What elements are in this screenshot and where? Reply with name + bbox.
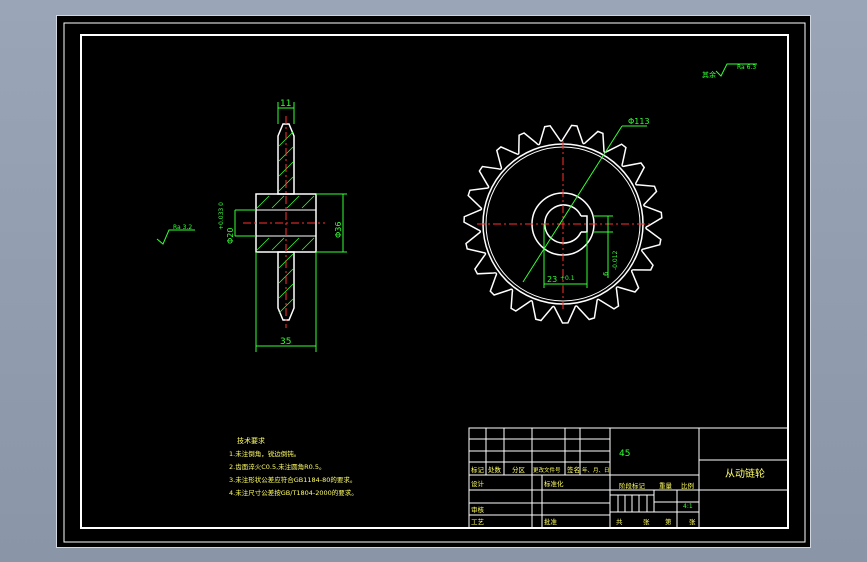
tb-check: 审核 bbox=[471, 505, 485, 514]
drawing-title: 从动链轮 bbox=[725, 467, 765, 480]
drawing-viewport[interactable]: 11 35 Φ20 +0.033 0 Φ36 Ra 3.2 Φ113 23 +0… bbox=[56, 15, 811, 548]
tb-sheet2: 张 bbox=[689, 517, 696, 526]
tb-label-zone: 分区 bbox=[512, 465, 526, 474]
roughness-left-value: Ra 3.2 bbox=[173, 224, 192, 231]
dim-key-depth-tol: +0.1 bbox=[560, 275, 575, 282]
inner-border bbox=[80, 34, 789, 529]
note-1: 1.未注倒角，锐边倒钝。 bbox=[229, 449, 300, 458]
dim-key-width-tol: -0.012 bbox=[612, 250, 619, 270]
tb-label-date: 年、月、日 bbox=[582, 466, 610, 474]
tb-standard: 标准化 bbox=[544, 479, 564, 488]
tb-label-sign: 签名 bbox=[567, 465, 580, 474]
tb-stage: 阶段标记 bbox=[619, 481, 646, 490]
roughness-other-value: Ra 6.3 bbox=[737, 64, 756, 71]
tb-weight: 重量 bbox=[659, 482, 673, 490]
note-2: 2.齿面淬火C0.5,未注圆角R0.5。 bbox=[229, 462, 326, 471]
roughness-other-label: 其余 bbox=[702, 70, 716, 79]
tb-label-change: 更改文件号 bbox=[533, 466, 561, 474]
tb-sheet: 张 bbox=[643, 517, 650, 526]
dim-outer: Φ113 bbox=[628, 117, 650, 126]
title-block-text: 45 从动链轮 标记 处数 分区 更改文件号 签名 年、月、日 设计 标准化 审… bbox=[471, 449, 765, 526]
side-section-view: 11 35 Φ20 +0.033 0 Φ36 Ra 3.2 bbox=[156, 99, 347, 352]
notes-heading: 技术要求 bbox=[237, 436, 265, 445]
note-4: 4.未注尺寸公差按GB/T1804-2000的要求。 bbox=[229, 488, 358, 497]
tb-craft: 工艺 bbox=[471, 518, 485, 526]
dim-key-depth: 23 bbox=[547, 275, 557, 284]
front-view: Φ113 23 +0.1 6 -0.012 bbox=[463, 117, 663, 324]
cad-drawing: 11 35 Φ20 +0.033 0 Φ36 Ra 3.2 Φ113 23 +0… bbox=[63, 22, 806, 543]
material-text: 45 bbox=[619, 449, 630, 459]
tb-sheet-num: 第 bbox=[665, 517, 672, 526]
dim-bore: Φ20 bbox=[226, 228, 235, 244]
tb-label-mark: 标记 bbox=[471, 465, 485, 474]
dim-width-top: 11 bbox=[280, 99, 291, 109]
tb-sheet-total: 共 bbox=[616, 517, 623, 526]
dim-hub: Φ36 bbox=[334, 222, 343, 238]
dim-width-bottom: 35 bbox=[280, 337, 291, 347]
roughness-left-symbol bbox=[156, 229, 195, 245]
outer-border bbox=[63, 22, 806, 543]
dim-bore-tol: +0.033 0 bbox=[218, 202, 225, 230]
dim-key-width: 6 bbox=[602, 271, 610, 276]
roughness-other: 其余 Ra 6.3 bbox=[702, 63, 757, 79]
tb-label-count: 处数 bbox=[488, 465, 502, 474]
tb-design: 设计 bbox=[471, 479, 485, 488]
tech-notes: 技术要求 1.未注倒角，锐边倒钝。 2.齿面淬火C0.5,未注圆角R0.5。 3… bbox=[229, 436, 358, 497]
tb-approve: 批准 bbox=[544, 517, 558, 526]
tb-scale-label: 比例 bbox=[681, 481, 694, 490]
note-3: 3.未注形状公差应符合GB1184-80的要求。 bbox=[229, 475, 356, 484]
tb-scale-value: 4:1 bbox=[683, 503, 693, 510]
dim-outer-leader bbox=[522, 125, 623, 283]
